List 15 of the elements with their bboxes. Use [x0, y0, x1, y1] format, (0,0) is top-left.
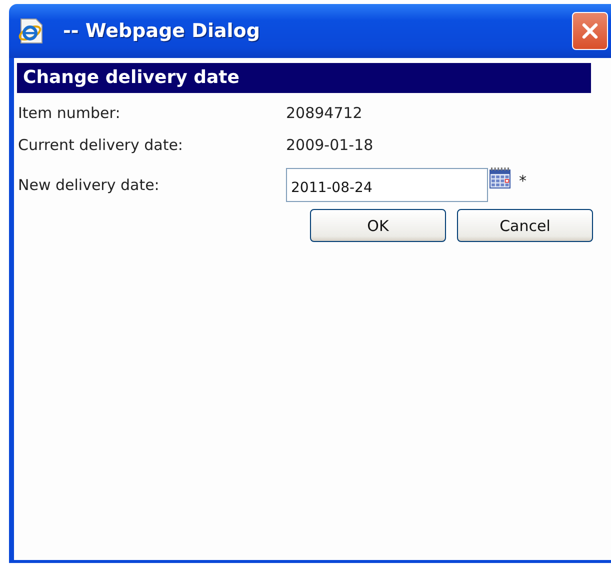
ok-button[interactable]: OK	[310, 209, 446, 242]
section-heading: Change delivery date	[17, 63, 591, 93]
field-value: 2009-01-18	[286, 136, 374, 154]
field-label: Current delivery date:	[17, 136, 184, 154]
required-mark: *	[519, 172, 526, 190]
cancel-button[interactable]: Cancel	[457, 209, 593, 242]
window-title: -- Webpage Dialog	[63, 20, 261, 42]
browser-page-icon	[17, 17, 45, 45]
field-value: 20894712	[286, 104, 362, 122]
field-label: Item number:	[17, 104, 122, 122]
date-input-field[interactable]: 2011-08-24	[286, 168, 488, 202]
close-button[interactable]	[572, 12, 608, 50]
calendar-icon[interactable]	[489, 167, 511, 189]
close-icon	[580, 21, 600, 41]
field-label: New delivery date:	[17, 176, 160, 194]
